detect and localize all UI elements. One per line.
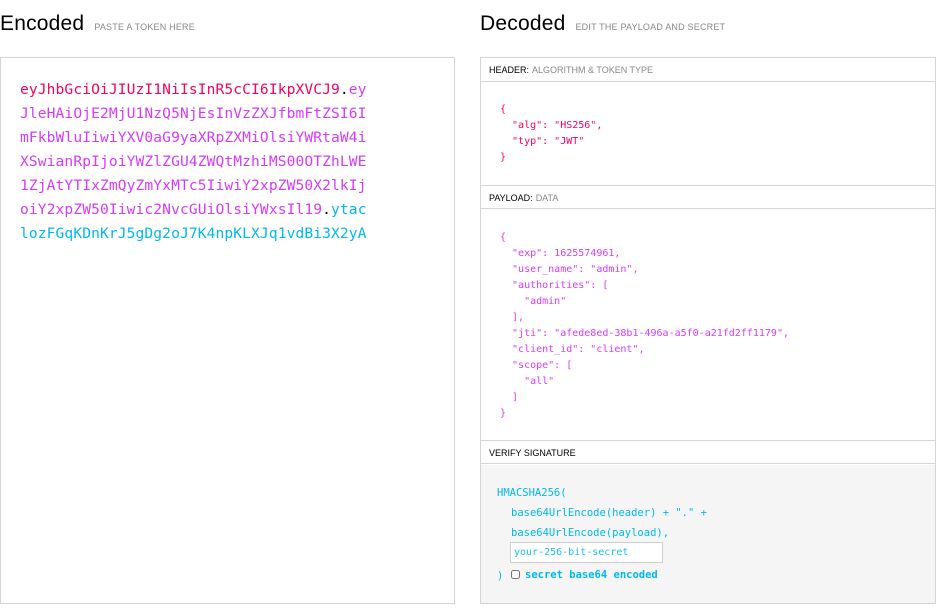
payload-section-label: PAYLOAD: (489, 193, 533, 203)
verify-section-title: VERIFY SIGNATURE (481, 440, 935, 464)
payload-section-sublabel: DATA (535, 193, 559, 203)
json-line: { (500, 232, 507, 243)
decoded-panel: HEADER: ALGORITHM & TOKEN TYPE { "alg": "… (480, 57, 936, 604)
token-line: JleHAiOjE2MjU1NzQ5NjEsInVzZXJfbmFtZSI6I (20, 102, 450, 126)
secret-base64-checkbox[interactable] (511, 570, 520, 579)
token-payload-segment: oiY2xpZW50Iiwic2NvcGUiOlsiYWxsIl19 (20, 201, 323, 218)
json-line: } (500, 408, 507, 419)
token-line: XSwianRpIjoiYWZlZGU4ZWQtMzhiMS00OTZhLWE (20, 150, 450, 174)
token-sig-segment: ytac (331, 201, 367, 218)
encoded-token-text[interactable]: eyJhbGciOiJIUzI1NiIsInR5cCI6IkpXVCJ9.ey J… (20, 78, 450, 246)
hmac-closing-paren: ) (497, 570, 504, 582)
encoded-title: Encoded (0, 12, 85, 35)
token-payload-segment: ey (348, 81, 367, 98)
header-section-title: HEADER: ALGORITHM & TOKEN TYPE (481, 58, 935, 82)
json-line: "jti": "afede8ed-38b1-496a-a5f0-a21fd2ff… (500, 328, 789, 339)
json-line: { (500, 104, 507, 115)
json-line: "admin" (500, 296, 567, 307)
hmac-function-label: HMACSHA256( (497, 487, 567, 499)
json-line: "alg": "HS256", (500, 120, 603, 131)
encoded-heading: Encoded PASTE A TOKEN HERE (0, 12, 195, 36)
decoded-title: Decoded (480, 12, 566, 35)
header-section-sublabel: ALGORITHM & TOKEN TYPE (532, 65, 654, 75)
json-line: "scope": [ (500, 360, 573, 371)
hmac-payload-line: base64UrlEncode(payload), (511, 527, 670, 539)
json-line: "exp": 1625574961, (500, 248, 621, 259)
encoded-subtitle: PASTE A TOKEN HERE (94, 22, 195, 32)
token-sig-segment: lozFGqKDnKrJ5gDg2oJ7K4npKLXJq1vdBi3X2yA (20, 225, 367, 242)
token-line: 1ZjAtYTIxZmQyZmYxMTc5IiwiY2xpZW50X2lkIj (20, 174, 450, 198)
verify-signature-area: HMACSHA256( base64UrlEncode(header) + ".… (481, 465, 935, 603)
verify-section-label: VERIFY SIGNATURE (489, 448, 576, 458)
token-payload-segment: mFkbWluIiwiYXV0aG9yaXRpZXMiOlsiYWRtaW4i (20, 129, 367, 146)
json-line: "client_id": "client", (500, 344, 645, 355)
token-dot-segment: . (322, 201, 332, 218)
encoded-token-editor[interactable]: eyJhbGciOiJIUzI1NiIsInR5cCI6IkpXVCJ9.ey J… (0, 57, 455, 604)
json-line: "user_name": "admin", (500, 264, 639, 275)
header-json-editor[interactable]: { "alg": "HS256", "typ": "JWT"} (500, 102, 602, 166)
hmac-header-line: base64UrlEncode(header) + "." + (511, 507, 707, 519)
token-payload-segment: XSwianRpIjoiYWZlZGU4ZWQtMzhiMS00OTZhLWE (20, 153, 367, 170)
payload-json-editor[interactable]: { "exp": 1625574961, "user_name": "admin… (500, 230, 789, 422)
payload-section-title: PAYLOAD: DATA (481, 185, 935, 209)
token-line: oiY2xpZW50Iiwic2NvcGUiOlsiYWxsIl19.ytac (20, 198, 450, 222)
token-line: lozFGqKDnKrJ5gDg2oJ7K4npKLXJq1vdBi3X2yA (20, 222, 450, 246)
decoded-heading: Decoded EDIT THE PAYLOAD AND SECRET (480, 12, 725, 36)
json-line: "all" (500, 376, 555, 387)
json-line: "authorities": [ (500, 280, 609, 291)
token-dot-segment: . (339, 81, 349, 98)
secret-base64-label[interactable]: secret base64 encoded (525, 569, 658, 581)
json-line: "typ": "JWT" (500, 136, 585, 147)
header-section-label: HEADER: (489, 65, 530, 75)
token-line: mFkbWluIiwiYXV0aG9yaXRpZXMiOlsiYWRtaW4i (20, 126, 450, 150)
json-line: } (500, 152, 507, 163)
secret-input[interactable] (510, 542, 663, 563)
json-line: ] (500, 392, 519, 403)
json-line: ], (500, 312, 525, 323)
token-payload-segment: 1ZjAtYTIxZmQyZmYxMTc5IiwiY2xpZW50X2lkIj (20, 177, 367, 194)
token-header-segment: eyJhbGciOiJIUzI1NiIsInR5cCI6IkpXVCJ9 (20, 81, 340, 98)
token-line: eyJhbGciOiJIUzI1NiIsInR5cCI6IkpXVCJ9.ey (20, 78, 450, 102)
token-payload-segment: JleHAiOjE2MjU1NzQ5NjEsInVzZXJfbmFtZSI6I (20, 105, 367, 122)
decoded-subtitle: EDIT THE PAYLOAD AND SECRET (575, 22, 726, 32)
